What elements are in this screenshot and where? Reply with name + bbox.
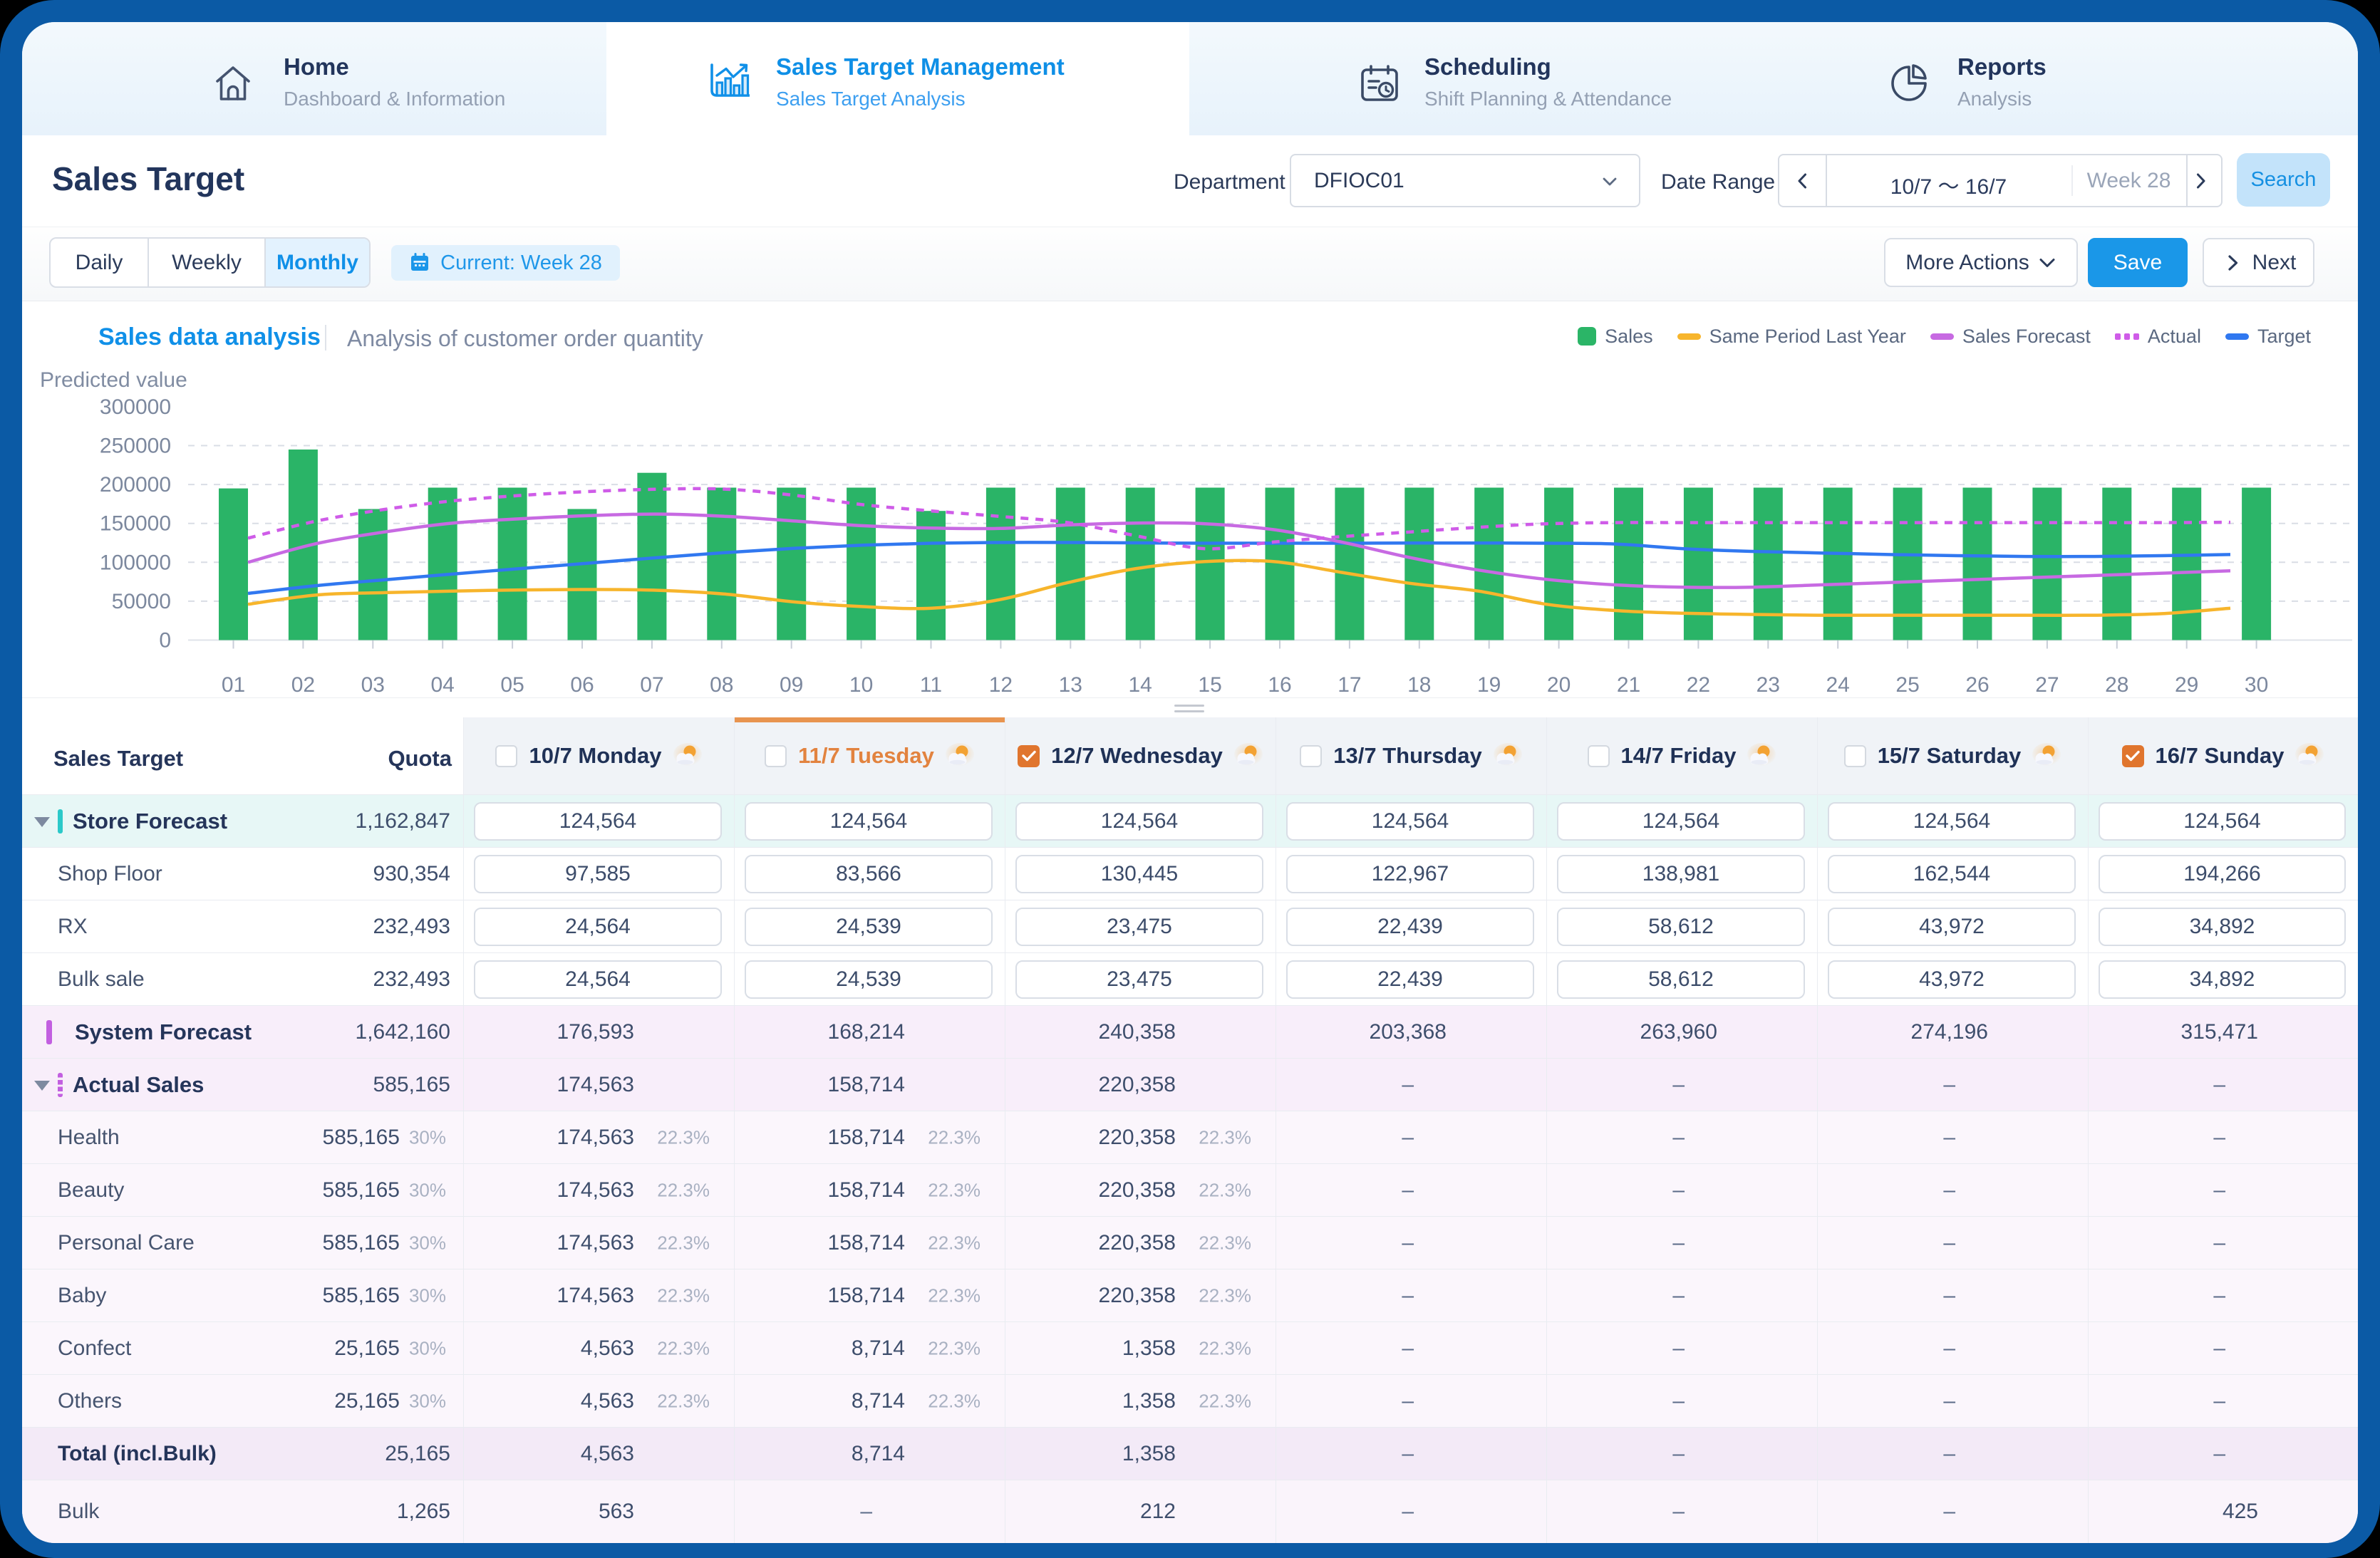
svg-text:13: 13 [1059,673,1082,697]
svg-text:27: 27 [2035,673,2059,697]
svg-text:14: 14 [1129,673,1152,697]
svg-text:06: 06 [570,673,594,697]
svg-text:24: 24 [1826,673,1850,697]
svg-text:10: 10 [849,673,873,697]
svg-text:300000: 300000 [100,395,171,419]
svg-text:200000: 200000 [100,473,171,497]
svg-text:30: 30 [2245,673,2268,697]
svg-text:04: 04 [431,673,455,697]
svg-text:150000: 150000 [100,512,171,536]
svg-text:0: 0 [159,629,171,653]
svg-text:28: 28 [2105,673,2128,697]
svg-text:20: 20 [1547,673,1571,697]
svg-text:12: 12 [989,673,1013,697]
svg-text:23: 23 [1756,673,1780,697]
svg-text:07: 07 [640,673,663,697]
svg-text:250000: 250000 [100,435,171,458]
svg-text:17: 17 [1338,673,1361,697]
svg-text:03: 03 [361,673,385,697]
svg-text:21: 21 [1617,673,1640,697]
svg-text:08: 08 [710,673,733,697]
svg-text:01: 01 [222,673,245,697]
svg-text:19: 19 [1477,673,1501,697]
svg-text:15: 15 [1198,673,1221,697]
svg-text:16: 16 [1268,673,1291,697]
svg-text:18: 18 [1407,673,1431,697]
svg-text:25: 25 [1895,673,1919,697]
svg-text:02: 02 [291,673,315,697]
svg-text:26: 26 [1965,673,1989,697]
svg-text:29: 29 [2175,673,2198,697]
svg-text:09: 09 [780,673,803,697]
svg-text:22: 22 [1687,673,1710,697]
svg-text:Predicted value: Predicted value [40,368,187,392]
svg-text:11: 11 [920,673,942,697]
svg-text:05: 05 [500,673,524,697]
svg-text:50000: 50000 [112,590,171,613]
svg-text:100000: 100000 [100,551,171,574]
